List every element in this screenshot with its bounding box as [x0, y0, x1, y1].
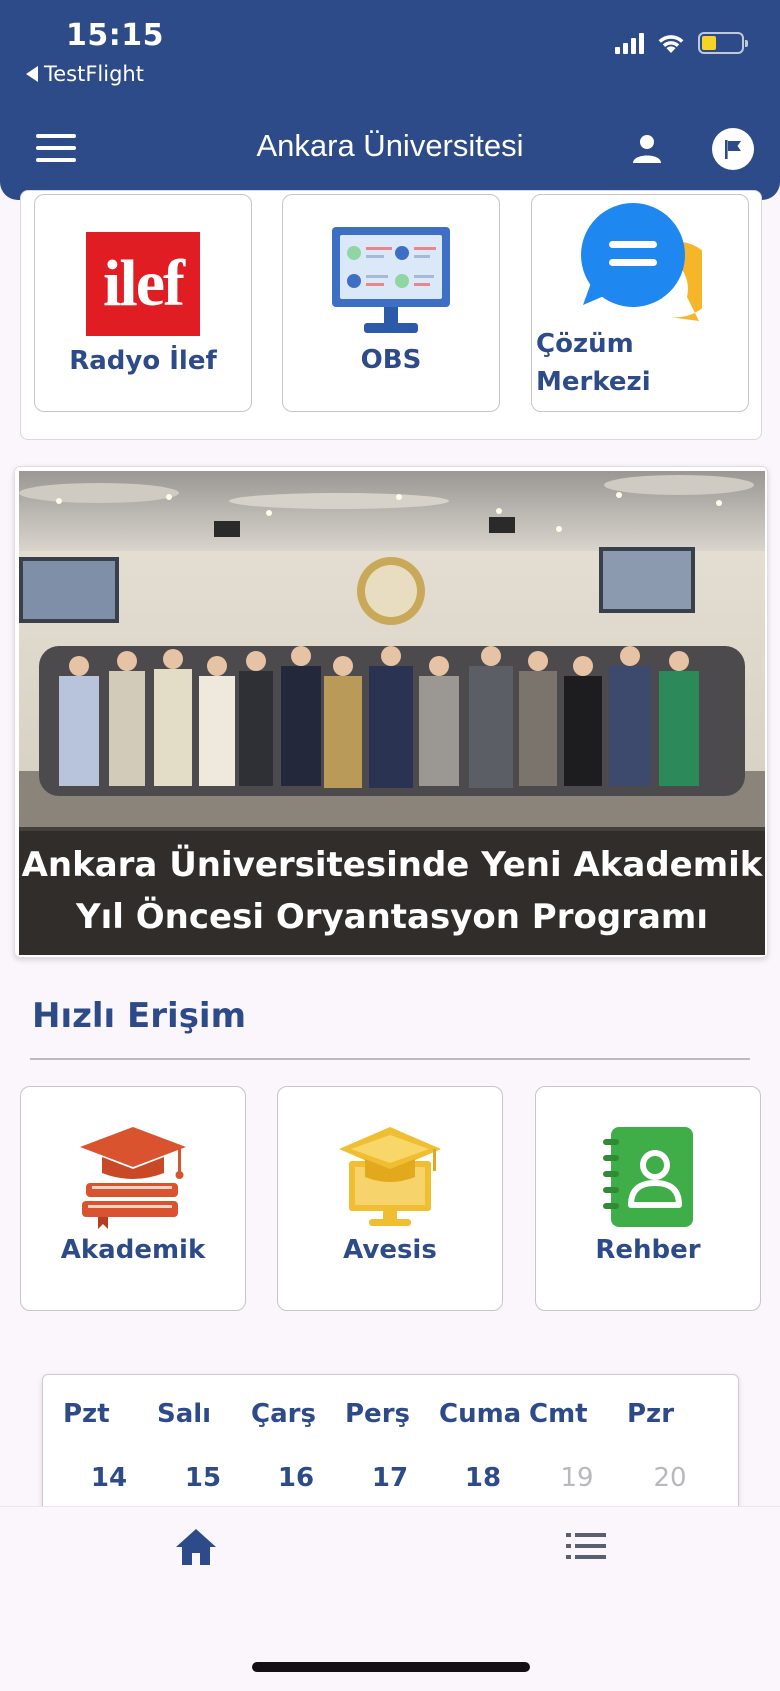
news-photo: Ankara Üniversitesinde Yeni Akademik Yıl… — [19, 471, 765, 955]
contact-book-icon — [603, 1127, 693, 1227]
day-name-sun: Pzr — [627, 1399, 675, 1429]
avesis-label: Avesis — [343, 1235, 437, 1265]
home-icon[interactable] — [174, 1527, 218, 1567]
status-icons — [615, 32, 748, 54]
back-arrow-icon — [26, 66, 38, 82]
news-headline-line2: Yıl Öncesi Oryantasyon Programı — [76, 897, 708, 937]
graduation-cap-monitor-icon — [339, 1127, 441, 1226]
day-name-thu: Perş — [345, 1399, 410, 1429]
day-number[interactable]: 18 — [453, 1463, 513, 1493]
day-number[interactable]: 15 — [173, 1463, 233, 1493]
week-calendar: Pzt Salı Çarş Perş Cuma Cmt Pzr 14 15 16… — [42, 1374, 739, 1514]
obs-button[interactable]: OBS — [282, 194, 500, 412]
chat-bubbles-icon — [581, 203, 702, 321]
top-shortcuts-panel: ilef Radyo İlef OBS Çözüm Merkezi — [20, 190, 762, 440]
battery-icon — [698, 32, 748, 54]
day-name-sat: Cmt — [529, 1399, 588, 1429]
app-header: 15:15 TestFlight Ankara Üniversitesi — [0, 0, 780, 200]
graduation-cap-books-icon — [80, 1127, 186, 1229]
wifi-icon — [658, 35, 684, 53]
news-headline: Ankara Üniversitesinde Yeni Akademik Yıl… — [19, 827, 765, 955]
day-name-mon: Pzt — [63, 1399, 110, 1429]
ilef-logo: ilef — [86, 232, 200, 336]
day-number[interactable]: 17 — [360, 1463, 420, 1493]
cellular-signal-icon — [615, 32, 644, 54]
day-name-tue: Salı — [157, 1399, 212, 1429]
quick-access-title: Hızlı Erişim — [32, 996, 247, 1036]
monitor-icon — [332, 227, 450, 333]
akademik-label: Akademik — [60, 1235, 206, 1265]
day-number[interactable]: 16 — [266, 1463, 326, 1493]
rehber-label: Rehber — [595, 1235, 701, 1265]
day-name-wed: Çarş — [251, 1399, 316, 1429]
cozum-merkezi-button[interactable]: Çözüm Merkezi — [531, 194, 749, 412]
quick-access-divider — [30, 1058, 750, 1060]
news-headline-line1: Ankara Üniversitesinde Yeni Akademik — [21, 845, 763, 885]
day-number[interactable]: 20 — [640, 1463, 700, 1493]
home-indicator — [252, 1662, 530, 1672]
rehber-button[interactable]: Rehber — [535, 1086, 761, 1311]
radyo-ilef-label: Radyo İlef — [69, 346, 217, 376]
news-card[interactable]: Ankara Üniversitesinde Yeni Akademik Yıl… — [14, 466, 768, 958]
obs-label: OBS — [360, 345, 422, 375]
day-name-fri: Cuma — [439, 1399, 522, 1429]
flag-icon[interactable] — [712, 128, 754, 170]
akademik-button[interactable]: Akademik — [20, 1086, 246, 1311]
cozum-merkezi-label: Çözüm Merkezi — [536, 329, 651, 397]
radyo-ilef-button[interactable]: ilef Radyo İlef — [34, 194, 252, 412]
avesis-button[interactable]: Avesis — [277, 1086, 503, 1311]
back-to-testflight[interactable]: TestFlight — [26, 62, 144, 86]
day-number[interactable]: 14 — [79, 1463, 139, 1493]
back-app-label: TestFlight — [44, 62, 144, 86]
list-icon[interactable] — [566, 1531, 606, 1561]
user-icon[interactable] — [630, 132, 664, 166]
day-number[interactable]: 19 — [547, 1463, 607, 1493]
status-time: 15:15 — [66, 18, 164, 53]
